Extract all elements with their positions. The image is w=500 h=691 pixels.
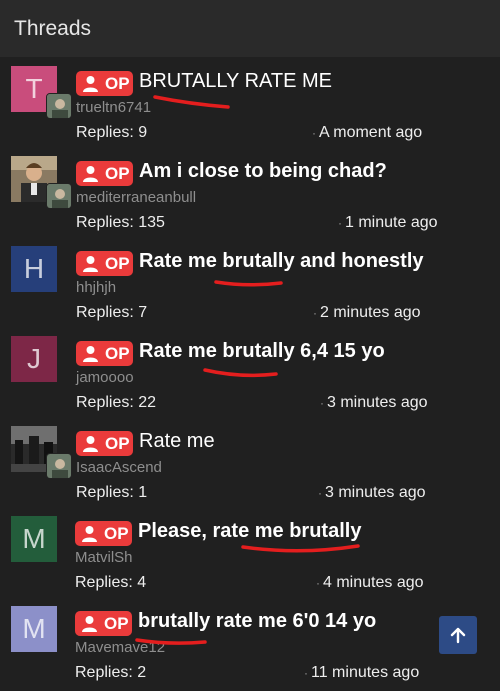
thread-time: · A moment ago [312, 124, 423, 141]
thread-item[interactable]: M OP brutally rate me 6'0 14 yo Mavemave… [0, 601, 500, 691]
last-poster-avatar [46, 183, 72, 209]
avatar-letter: M [22, 523, 46, 554]
op-label: OP [105, 163, 130, 183]
thread-item[interactable]: OP Rate me IsaacAscend Replies: 1 · 3 min… [0, 421, 500, 511]
thread-author[interactable]: MatvilSh [75, 549, 133, 566]
avatar: H [11, 246, 57, 292]
scroll-top-button[interactable] [439, 616, 477, 654]
op-badge: OP [76, 431, 133, 456]
op-label: OP [104, 523, 129, 543]
reply-count: Replies: 135 [76, 214, 165, 231]
thread-item[interactable]: J OP Rate me brutally 6,4 15 yo jamoooo … [0, 331, 500, 421]
thread-time: · 3 minutes ago [320, 394, 428, 411]
thread-time: · 4 minutes ago [316, 574, 424, 591]
time-text: A moment ago [319, 124, 423, 141]
op-label: OP [105, 253, 130, 273]
user-icon [82, 525, 97, 542]
avatar: M [11, 606, 57, 652]
op-badge: OP [75, 521, 132, 546]
reply-count: Replies: 2 [75, 664, 147, 681]
last-poster-avatar [46, 93, 72, 119]
thread-title[interactable]: BRUTALLY RATE ME [139, 70, 332, 93]
thread-title[interactable]: Am i close to being chad? [139, 160, 387, 183]
thread-item[interactable]: T OP BRUTALLY RATE ME trueltn6741 Replie… [0, 61, 500, 151]
thread-item[interactable]: M OP Please, rate me brutally MatvilSh R… [0, 511, 500, 601]
user-icon [83, 75, 98, 92]
thread-time: · 3 minutes ago [318, 484, 426, 501]
op-badge: OP [75, 611, 132, 636]
app-header: Threads [0, 0, 500, 57]
thread-title[interactable]: Rate me [139, 430, 215, 453]
time-text: 11 minutes ago [311, 664, 420, 681]
time-text: 3 minutes ago [327, 394, 428, 411]
thread-author[interactable]: IsaacAscend [76, 459, 162, 476]
avatar: J [11, 336, 57, 382]
time-text: 2 minutes ago [320, 304, 421, 321]
user-icon [83, 255, 98, 272]
op-label: OP [105, 73, 130, 93]
reply-count: Replies: 22 [76, 394, 157, 411]
avatar-letter: T [25, 73, 43, 104]
thread-item[interactable]: H OP Rate me brutally and honestly hhjhj… [0, 241, 500, 331]
op-badge: OP [76, 71, 133, 96]
thread-title[interactable]: brutally rate me 6'0 14 yo [138, 610, 376, 633]
thread-item[interactable]: OP Am i close to being chad? mediterrane… [0, 151, 500, 241]
time-text: 1 minute ago [345, 214, 438, 231]
arrow-up-icon [450, 627, 466, 644]
time-text: 3 minutes ago [325, 484, 426, 501]
thread-time: · 2 minutes ago [313, 304, 421, 321]
reply-count: Replies: 4 [75, 574, 147, 591]
avatar-letter: J [27, 343, 41, 374]
reply-count: Replies: 9 [76, 124, 148, 141]
thread-author[interactable]: jamoooo [76, 369, 134, 386]
last-poster-avatar [46, 453, 72, 479]
op-badge: OP [76, 341, 133, 366]
thread-author[interactable]: mediterraneanbull [76, 189, 196, 206]
user-icon [83, 165, 98, 182]
reply-count: Replies: 7 [76, 304, 148, 321]
thread-title[interactable]: Rate me brutally and honestly [139, 250, 424, 273]
op-label: OP [105, 433, 130, 453]
thread-title[interactable]: Please, rate me brutally [138, 520, 361, 543]
thread-title[interactable]: Rate me brutally 6,4 15 yo [139, 340, 385, 363]
op-label: OP [104, 613, 129, 633]
avatar-letter: H [23, 253, 45, 284]
avatar-letter: M [22, 613, 46, 644]
op-badge: OP [76, 161, 133, 186]
user-icon [83, 435, 98, 452]
page-title: Threads [14, 16, 92, 40]
thread-time: · 1 minute ago [338, 214, 438, 231]
op-label: OP [105, 343, 130, 363]
thread-author[interactable]: Mavemave12 [75, 639, 165, 656]
avatar: M [11, 516, 57, 562]
thread-author[interactable]: hhjhjh [76, 279, 116, 296]
user-icon [83, 345, 98, 362]
reply-count: Replies: 1 [76, 484, 148, 501]
thread-time: · 11 minutes ago [304, 664, 420, 681]
time-text: 4 minutes ago [323, 574, 424, 591]
user-icon [82, 615, 97, 632]
op-badge: OP [76, 251, 133, 276]
thread-author[interactable]: trueltn6741 [76, 99, 151, 116]
